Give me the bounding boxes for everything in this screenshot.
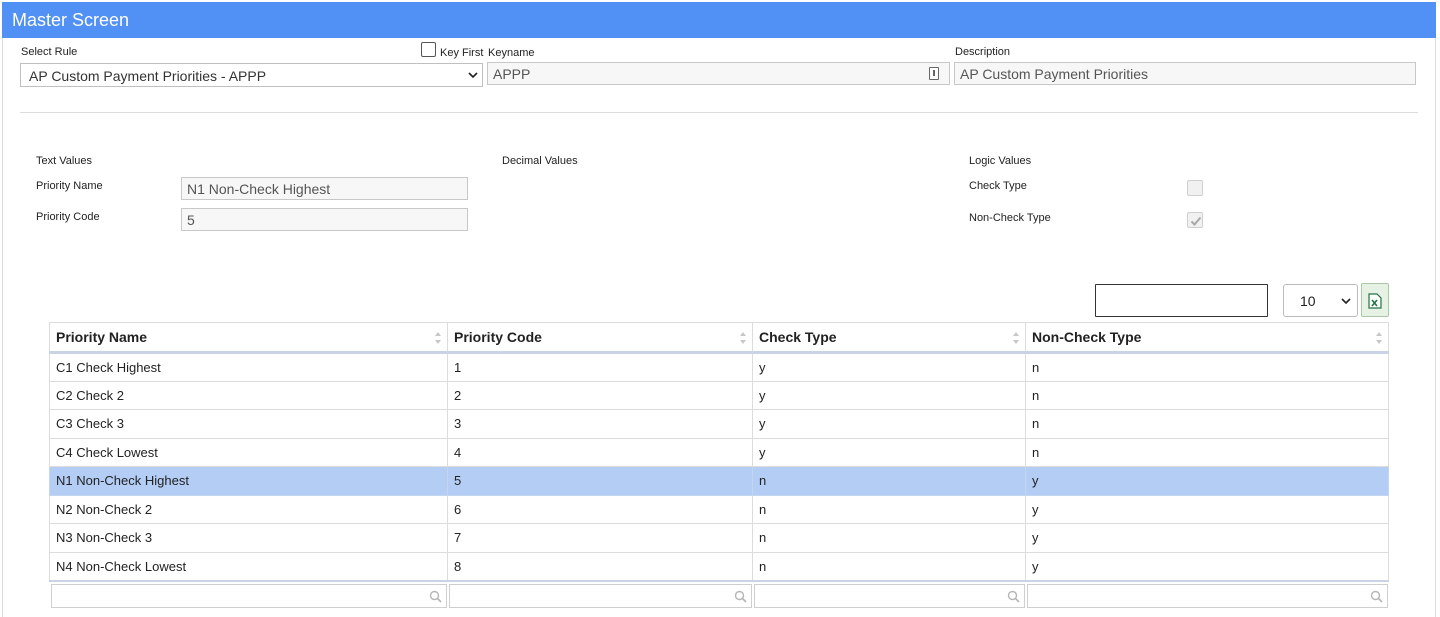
cell-priority-code: 1	[447, 352, 753, 382]
cell-priority-name: N4 Non-Check Lowest	[49, 551, 448, 581]
cell-priority-name: N1 Non-Check Highest	[49, 466, 448, 496]
key-badge-icon[interactable]	[929, 67, 939, 80]
sort-arrows-icon	[435, 332, 441, 344]
priority-name-label: Priority Name	[36, 180, 103, 192]
cell-check-type: n	[752, 494, 1026, 524]
select-rule-dropdown[interactable]: AP Custom Payment Priorities - APPP	[20, 63, 483, 87]
sort-arrows-icon	[1376, 332, 1382, 344]
window-title: Master Screen	[2, 2, 1436, 38]
grid-search-input[interactable]	[1095, 284, 1268, 317]
cell-check-type: y	[752, 352, 1026, 382]
cell-priority-name: N2 Non-Check 2	[49, 494, 448, 524]
select-rule-value: AP Custom Payment Priorities - APPP	[29, 68, 267, 84]
table-row[interactable]: C1 Check Highest 1 y n	[49, 352, 1389, 382]
table-row[interactable]: N2 Non-Check 2 6 n y	[49, 494, 1389, 524]
cell-non-check-type: n	[1025, 380, 1389, 410]
magnifier-icon	[1007, 590, 1020, 603]
cell-priority-name: C3 Check 3	[49, 409, 448, 439]
cell-check-type: n	[752, 523, 1026, 553]
excel-export-icon	[1368, 293, 1382, 309]
cell-priority-code: 7	[447, 523, 753, 553]
table-row[interactable]: C2 Check 2 2 y n	[49, 380, 1389, 410]
cell-priority-name: C2 Check 2	[49, 380, 448, 410]
checkmark-icon	[1190, 216, 1202, 226]
text-values-heading: Text Values	[36, 155, 93, 167]
cell-priority-code: 3	[447, 409, 753, 439]
divider	[20, 112, 1418, 113]
sort-arrows-icon	[740, 332, 746, 344]
cell-non-check-type: n	[1025, 409, 1389, 439]
table-row-selected[interactable]: N1 Non-Check Highest 5 n y	[49, 466, 1389, 496]
cell-priority-code: 2	[447, 380, 753, 410]
column-header-priority-code[interactable]: Priority Code	[447, 322, 753, 354]
cell-priority-name: C1 Check Highest	[49, 352, 448, 382]
cell-non-check-type: y	[1025, 466, 1389, 496]
cell-non-check-type: y	[1025, 494, 1389, 524]
column-header-priority-name[interactable]: Priority Name	[49, 322, 448, 354]
decimal-values-heading: Decimal Values	[502, 155, 578, 167]
column-header-non-check-type[interactable]: Non-Check Type	[1025, 322, 1389, 354]
cell-check-type: y	[752, 437, 1026, 467]
select-rule-label: Select Rule	[21, 46, 78, 58]
table-row[interactable]: C4 Check Lowest 4 y n	[49, 437, 1389, 467]
cell-non-check-type: y	[1025, 551, 1389, 581]
cell-priority-code: 4	[447, 437, 753, 467]
table-row[interactable]: N4 Non-Check Lowest 8 n y	[49, 551, 1389, 581]
cell-non-check-type: n	[1025, 352, 1389, 382]
magnifier-icon	[1370, 590, 1383, 603]
key-first-label: Key First	[440, 47, 484, 59]
check-type-checkbox[interactable]	[1187, 180, 1203, 196]
logic-values-heading: Logic Values	[969, 155, 1032, 167]
cell-non-check-type: n	[1025, 437, 1389, 467]
cell-priority-code: 6	[447, 494, 753, 524]
filter-row	[49, 579, 1389, 611]
priorities-table: Priority Name Priority Code Check Type N…	[49, 322, 1389, 611]
magnifier-icon	[429, 590, 442, 603]
keyname-label: Keyname	[488, 47, 535, 59]
table-row[interactable]: N3 Non-Check 3 7 n y	[49, 523, 1389, 553]
sort-arrows-icon	[1013, 332, 1019, 344]
filter-input-non-check-type[interactable]	[1026, 584, 1388, 608]
description-field[interactable]: AP Custom Payment Priorities	[954, 62, 1416, 85]
filter-input-priority-code[interactable]	[448, 584, 752, 608]
priority-code-label: Priority Code	[36, 211, 100, 223]
check-type-label: Check Type	[969, 180, 1027, 192]
filter-input-check-type[interactable]	[753, 584, 1025, 608]
table-row[interactable]: C3 Check 3 3 y n	[49, 409, 1389, 439]
export-excel-button[interactable]	[1361, 283, 1389, 317]
cell-check-type: n	[752, 551, 1026, 581]
cell-priority-name: C4 Check Lowest	[49, 437, 448, 467]
description-label: Description	[955, 46, 1011, 58]
filter-input-priority-name[interactable]	[50, 584, 447, 608]
keyname-value: APPP	[493, 66, 531, 82]
key-first-checkbox[interactable]	[421, 42, 436, 57]
priority-code-field[interactable]: 5	[181, 208, 468, 231]
keyname-field[interactable]: APPP	[487, 62, 950, 85]
cell-non-check-type: y	[1025, 523, 1389, 553]
page-size-select[interactable]: 10	[1283, 284, 1358, 317]
cell-priority-code: 5	[447, 466, 753, 496]
cell-priority-code: 8	[447, 551, 753, 581]
non-check-type-label: Non-Check Type	[969, 212, 1051, 224]
cell-check-type: y	[752, 380, 1026, 410]
table-header-row: Priority Name Priority Code Check Type N…	[49, 322, 1389, 354]
column-header-check-type[interactable]: Check Type	[752, 322, 1026, 354]
cell-priority-name: N3 Non-Check 3	[49, 523, 448, 553]
cell-check-type: y	[752, 409, 1026, 439]
chevron-down-icon	[1341, 298, 1351, 305]
priority-name-field[interactable]: N1 Non-Check Highest	[181, 177, 468, 200]
page-size-value: 10	[1300, 293, 1316, 309]
chevron-down-icon	[468, 72, 478, 79]
cell-check-type: n	[752, 466, 1026, 496]
non-check-type-checkbox[interactable]	[1187, 212, 1203, 228]
magnifier-icon	[734, 590, 747, 603]
